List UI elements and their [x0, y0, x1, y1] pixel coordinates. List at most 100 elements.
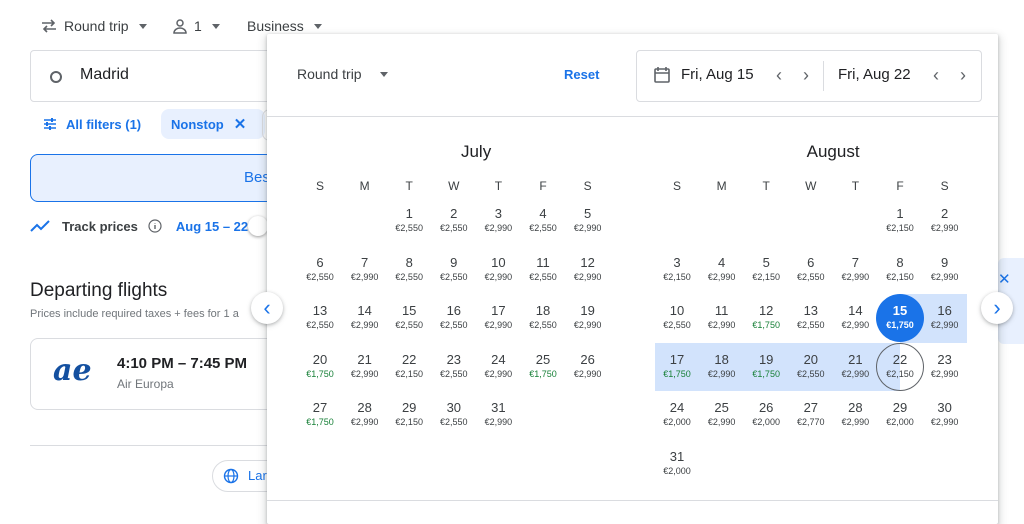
chevron-left-icon[interactable]: ‹ — [776, 65, 782, 86]
all-filters-button[interactable]: All filters (1) — [30, 109, 162, 139]
origin-input[interactable]: Madrid — [30, 50, 292, 102]
calendar-day[interactable]: 26 €2,000 — [744, 399, 788, 447]
calendar-day[interactable]: 31 €2,990 — [476, 399, 520, 447]
calendar-day[interactable]: 6 €2,550 — [298, 254, 342, 302]
chevron-down-icon — [211, 23, 220, 29]
calendar-day[interactable]: 17 €2,990 — [476, 302, 520, 350]
day-number: 25 — [535, 351, 551, 367]
calendar-day[interactable]: 22 €2,150 — [878, 351, 922, 399]
day-price: €1,750 — [752, 320, 780, 330]
flight-card[interactable]: ae 4:10 PM – 7:45 PM Air Europa — [30, 338, 292, 410]
calendar-day[interactable]: 25 €1,750 — [521, 351, 565, 399]
calendar-day[interactable]: 16 €2,990 — [923, 302, 967, 350]
calendar-day[interactable]: 21 €2,990 — [343, 351, 387, 399]
calendar-day[interactable]: 22 €2,150 — [387, 351, 431, 399]
calendar-day[interactable]: 23 €2,550 — [432, 351, 476, 399]
nonstop-filter-chip[interactable]: Nonstop ✕ — [161, 109, 265, 139]
calendar-day[interactable]: 5 €2,150 — [744, 254, 788, 302]
calendar-day[interactable]: 30 €2,550 — [432, 399, 476, 447]
day-price: €2,990 — [841, 271, 870, 282]
calendar-day[interactable]: 18 €2,990 — [700, 351, 744, 399]
day-number: 14 — [848, 303, 863, 318]
calendar-day[interactable]: 10 €2,990 — [476, 254, 520, 302]
calendar-day[interactable]: 7 €2,990 — [343, 254, 387, 302]
calendar-day[interactable]: 6 €2,550 — [789, 254, 833, 302]
day-number: 26 — [758, 400, 774, 415]
calendar-day[interactable]: 5 €2,990 — [566, 205, 610, 253]
trip-type-select[interactable]: Round trip — [40, 14, 147, 38]
calendar-day[interactable]: 13 €2,550 — [298, 302, 342, 350]
info-icon[interactable] — [148, 219, 162, 233]
chevron-right-icon[interactable]: › — [960, 65, 966, 86]
day-number: 18 — [535, 303, 551, 318]
calendar-day[interactable]: 16 €2,550 — [432, 302, 476, 350]
calendar-day[interactable]: 19 €2,990 — [566, 302, 610, 350]
calendar-day[interactable]: 8 €2,550 — [387, 254, 431, 302]
calendar-day[interactable]: 9 €2,550 — [432, 254, 476, 302]
passengers-select[interactable]: 1 — [172, 14, 220, 38]
calendar-day[interactable]: 30 €2,990 — [923, 399, 967, 447]
calendar-day[interactable]: 2 €2,550 — [432, 205, 476, 253]
calendar-day[interactable]: 9 €2,990 — [923, 254, 967, 302]
calendar-day[interactable]: 12 €2,990 — [566, 254, 610, 302]
day-price: €2,000 — [663, 417, 691, 427]
calendar-day[interactable]: 17 €1,750 — [655, 351, 699, 399]
calendar-day[interactable]: 18 €2,550 — [521, 302, 565, 350]
calendar-day[interactable]: 19 €1,750 — [744, 351, 788, 399]
calendar-day[interactable]: 7 €2,990 — [833, 254, 877, 302]
calendar-day[interactable]: 20 €2,550 — [789, 351, 833, 399]
calendar-day[interactable]: 11 €2,550 — [521, 254, 565, 302]
calendar-day[interactable]: 11 €2,990 — [700, 302, 744, 350]
calendar-day[interactable]: 3 €2,990 — [476, 205, 520, 253]
depart-date[interactable]: Fri, Aug 15 — [681, 66, 754, 83]
calendar-day[interactable]: 27 €1,750 — [298, 399, 342, 447]
chevron-left-icon[interactable]: ‹ — [933, 65, 939, 86]
calendar-day[interactable]: 28 €2,990 — [343, 399, 387, 447]
calendar-day[interactable]: 20 €1,750 — [298, 351, 342, 399]
calendar-day[interactable]: 14 €2,990 — [833, 302, 877, 350]
calendar-day[interactable]: 29 €2,150 — [387, 399, 431, 447]
return-date[interactable]: Fri, Aug 22 — [838, 66, 911, 83]
calendar-day[interactable]: 27 €2,770 — [789, 399, 833, 447]
date-range-field[interactable]: Fri, Aug 15 ‹ › Fri, Aug 22 ‹ › — [636, 50, 982, 102]
divider — [30, 445, 290, 446]
calendar-day[interactable]: 15 €2,550 — [387, 302, 431, 350]
day-price: €2,770 — [797, 417, 825, 427]
close-icon[interactable]: ✕ — [234, 115, 247, 133]
day-number: 2 — [940, 206, 949, 221]
calendar-day[interactable]: 14 €2,990 — [343, 302, 387, 350]
reset-button[interactable]: Reset — [564, 67, 599, 82]
calendar-day[interactable]: 4 €2,550 — [521, 205, 565, 253]
chevron-right-icon[interactable]: › — [803, 65, 809, 86]
calendar-day[interactable]: 29 €2,000 — [878, 399, 922, 447]
calendar-day[interactable]: 25 €2,990 — [700, 399, 744, 447]
calendar-day[interactable]: 3 €2,150 — [655, 254, 699, 302]
calendar-day[interactable]: 26 €2,990 — [566, 351, 610, 399]
calendar-day[interactable]: 12 €1,750 — [744, 302, 788, 350]
calendar-day[interactable]: 1 €2,150 — [878, 205, 922, 253]
calendar-day[interactable]: 4 €2,990 — [700, 254, 744, 302]
day-price: €2,990 — [707, 417, 736, 427]
previous-month-button[interactable]: ‹ — [251, 292, 283, 324]
day-number: 13 — [312, 303, 328, 318]
calendar-day[interactable]: 23 €2,990 — [923, 351, 967, 399]
calendar-day[interactable]: 21 €2,990 — [833, 351, 877, 399]
calendar-day[interactable]: 2 €2,990 — [923, 205, 967, 253]
search-button-label: Bes — [244, 169, 270, 186]
calendar-day[interactable]: 24 €2,990 — [476, 351, 520, 399]
close-icon[interactable]: ✕ — [998, 270, 1011, 288]
track-toggle[interactable] — [248, 216, 268, 236]
calendar-day[interactable]: 1 €2,550 — [387, 205, 431, 253]
calendar-day[interactable]: 13 €2,550 — [789, 302, 833, 350]
day-price: €2,150 — [886, 271, 914, 282]
calendar-day[interactable]: 28 €2,990 — [833, 399, 877, 447]
weekday-label: T — [762, 179, 770, 193]
calendar-day[interactable]: 24 €2,000 — [655, 399, 699, 447]
day-number: 17 — [491, 303, 506, 318]
day-number: 5 — [583, 206, 592, 221]
search-button[interactable]: Bes — [30, 154, 292, 202]
next-month-button[interactable]: › — [981, 292, 1013, 324]
calendar-day[interactable]: 31 €2,000 — [655, 448, 699, 496]
popup-trip-type-select[interactable]: Round trip — [297, 66, 388, 82]
calendar-day[interactable]: 10 €2,550 — [655, 302, 699, 350]
